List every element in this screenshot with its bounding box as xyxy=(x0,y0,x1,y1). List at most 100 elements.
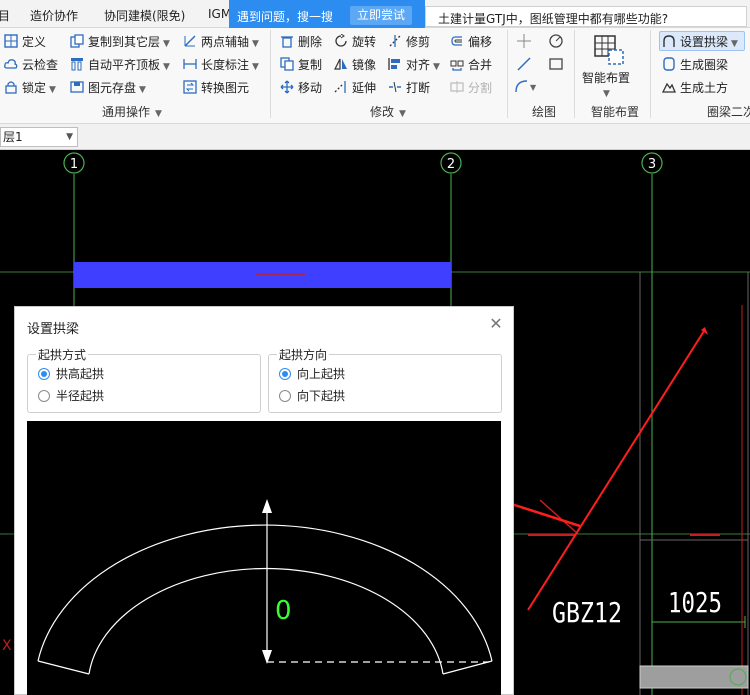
dimension-text[interactable]: 1025 xyxy=(668,586,722,619)
group-divider xyxy=(270,30,271,118)
split-label: 分割 xyxy=(468,81,493,95)
arch-mode-option-label: 半径起拱 xyxy=(56,389,105,403)
rect-draw-icon[interactable] xyxy=(548,56,564,72)
merge-icon xyxy=(450,60,464,71)
cloud-check-button[interactable]: 云检查 xyxy=(4,55,58,75)
general-ops-group-label[interactable]: 通用操作 ▼ xyxy=(102,103,162,120)
storage-icon xyxy=(70,81,84,93)
rotate-button[interactable]: 旋转 xyxy=(334,32,376,52)
gen-earthwork-button[interactable]: 生成土方 xyxy=(662,78,728,98)
annotation-arrow-up xyxy=(527,330,705,611)
general-ops-label-text: 通用操作 xyxy=(102,105,151,119)
arch-outer-curve xyxy=(37,524,493,662)
group-divider xyxy=(574,30,575,118)
move-button[interactable]: 移动 xyxy=(280,78,322,98)
point-draw-icon[interactable] xyxy=(516,33,532,49)
try-now-button[interactable]: 立即尝试 xyxy=(350,6,412,25)
circle-draw-icon[interactable] xyxy=(548,33,564,49)
search-popup: 遇到问题，搜一搜 立即尝试 xyxy=(229,0,425,31)
arch-mode-option-radius[interactable]: 半径起拱 xyxy=(38,388,104,404)
cloud-check-label: 云检查 xyxy=(22,58,59,72)
group-divider xyxy=(507,30,508,118)
grid-define-icon xyxy=(4,34,18,48)
copy-to-layer-button[interactable]: 复制到其它层 ▼ xyxy=(70,32,170,52)
auto-flat-top-button[interactable]: 自动平齐顶板 ▼ xyxy=(70,55,170,75)
arch-mode-option-label: 拱高起拱 xyxy=(56,367,105,381)
chevron-down-icon: ▼ xyxy=(433,62,440,72)
tab-collab-modeling[interactable]: 协同建模(限免) xyxy=(104,7,185,24)
merge-button[interactable]: 合并 xyxy=(450,55,492,75)
arch-height-value[interactable]: 0 xyxy=(275,596,292,626)
x-axis-marker-icon: X xyxy=(2,638,12,654)
convert-icon xyxy=(183,80,197,94)
arch-beam-icon xyxy=(663,35,675,47)
chevron-down-icon: ▼ xyxy=(252,39,259,49)
draw-group-label: 绘图 xyxy=(532,105,557,119)
dialog-title: 设置拱梁 xyxy=(27,322,80,337)
smart-layout-icon[interactable] xyxy=(591,32,625,66)
mirror-icon xyxy=(334,58,347,70)
chevron-down-icon: ▼ xyxy=(603,89,610,99)
search-prompt[interactable]: 遇到问题，搜一搜 xyxy=(237,8,333,25)
break-button[interactable]: 打断 xyxy=(388,78,430,98)
arc-draw-icon[interactable]: ▼ xyxy=(514,78,538,94)
split-icon xyxy=(450,81,464,93)
two-point-axis-button[interactable]: 两点辅轴 ▼ xyxy=(183,32,259,52)
arch-preview: 0 xyxy=(27,421,501,695)
flat-top-icon xyxy=(71,58,83,71)
arrow-up-icon xyxy=(262,499,272,513)
chevron-down-icon: ▼ xyxy=(731,39,738,49)
extend-button[interactable]: 延伸 xyxy=(334,78,376,98)
arch-direction-legend: 起拱方向 xyxy=(277,346,330,363)
gen-ring-beam-button[interactable]: 生成圈梁 xyxy=(662,55,728,75)
component-label[interactable]: GBZ12 xyxy=(552,596,622,629)
offset-icon xyxy=(451,36,462,46)
line-draw-icon[interactable] xyxy=(516,56,532,72)
gen-ring-beam-label: 生成圈梁 xyxy=(680,58,729,72)
copy-button[interactable]: 复制 xyxy=(280,55,322,75)
chevron-down-icon: ▼ xyxy=(155,109,162,119)
radio-unselected-icon xyxy=(38,390,50,402)
element-storage-button[interactable]: 图元存盘 ▼ xyxy=(70,78,146,98)
rotate-icon xyxy=(335,34,347,47)
tab-igms[interactable]: IGM xyxy=(208,7,231,21)
chevron-down-icon: ▼ xyxy=(66,132,73,142)
trim-button[interactable]: 修剪 xyxy=(388,32,430,52)
copy-icon xyxy=(280,57,294,71)
offset-label: 偏移 xyxy=(468,35,493,49)
layer-select-value: 层1 xyxy=(3,130,23,144)
offset-button[interactable]: 偏移 xyxy=(450,32,492,52)
arch-direction-option-down[interactable]: 向下起拱 xyxy=(279,388,345,404)
beam-element[interactable] xyxy=(74,262,451,288)
tab-project[interactable]: 目 xyxy=(0,7,10,24)
set-arch-beam-button[interactable]: 设置拱梁 ▼ xyxy=(659,31,745,51)
convert-element-button[interactable]: 转换图元 xyxy=(183,78,249,98)
auto-flat-top-label: 自动平齐顶板 xyxy=(88,58,161,72)
arch-mode-option-height[interactable]: 拱高起拱 xyxy=(38,366,104,382)
arch-direction-option-label: 向上起拱 xyxy=(297,367,346,381)
search-suggestion[interactable]: 土建计量GTJ中，图纸管理中都有哪些功能? xyxy=(425,6,747,27)
tab-cost-collab[interactable]: 造价协作 xyxy=(30,7,78,24)
arch-direction-option-label: 向下起拱 xyxy=(297,389,346,403)
group-divider xyxy=(650,30,651,118)
axis-label-3: 3 xyxy=(648,157,656,172)
earthwork-icon xyxy=(662,82,676,93)
column-element[interactable] xyxy=(639,665,749,689)
modify-group-label[interactable]: 修改 ▼ xyxy=(370,103,406,120)
split-button[interactable]: 分割 xyxy=(450,78,492,98)
trim-icon xyxy=(389,35,401,47)
element-storage-label: 图元存盘 xyxy=(88,81,137,95)
layer-select[interactable]: 层1 ▼ xyxy=(0,127,78,147)
mirror-button[interactable]: 镜像 xyxy=(334,55,376,75)
cloud-icon xyxy=(4,59,18,69)
define-label: 定义 xyxy=(22,35,47,49)
length-dim-button[interactable]: 长度标注 ▼ xyxy=(183,55,259,75)
define-button[interactable]: 定义 xyxy=(4,32,46,52)
axis-icon xyxy=(184,35,196,47)
lock-button[interactable]: 锁定 ▼ xyxy=(4,78,56,98)
close-icon[interactable]: ✕ xyxy=(487,315,505,333)
svg-text:▼: ▼ xyxy=(530,83,537,92)
arch-direction-option-up[interactable]: 向上起拱 xyxy=(279,366,345,382)
align-button[interactable]: 对齐 ▼ xyxy=(388,55,440,75)
delete-button[interactable]: 删除 xyxy=(280,32,322,52)
